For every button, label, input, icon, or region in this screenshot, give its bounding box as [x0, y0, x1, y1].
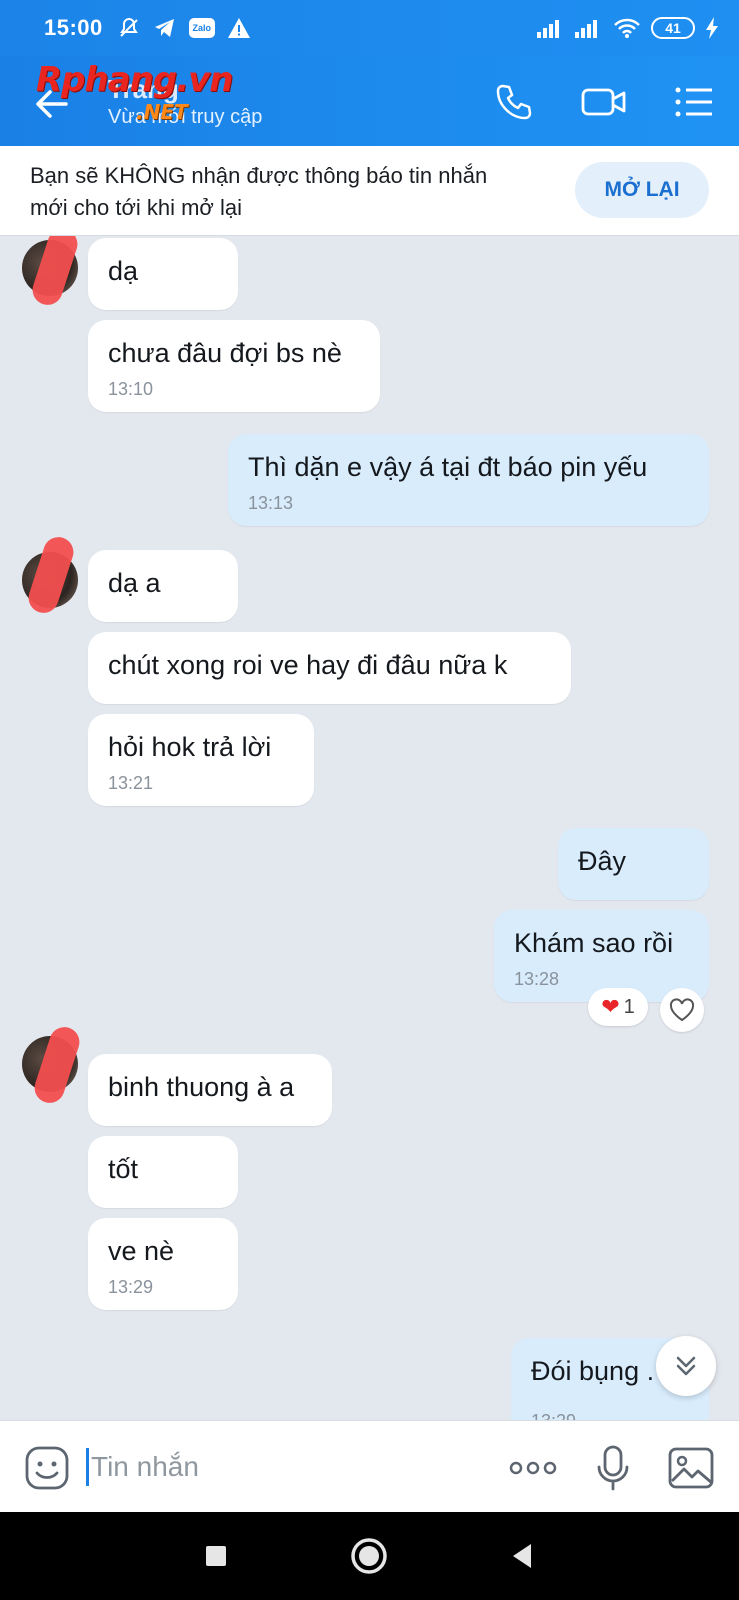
home-circle-icon [351, 1538, 387, 1574]
telegram-icon [154, 19, 174, 37]
message-text: dạ [108, 256, 139, 286]
text-caret [86, 1448, 89, 1486]
message-time: 13:21 [108, 773, 154, 793]
message-bubble[interactable]: hỏi hok trả lời 13:21 [88, 714, 314, 806]
charging-icon [706, 17, 718, 39]
wifi-icon [614, 18, 640, 38]
battery-icon: 41 [651, 17, 695, 39]
message-text: tốt [108, 1154, 139, 1184]
photo-button[interactable] [666, 1443, 716, 1493]
message-text: chưa đâu đợi bs nè [108, 338, 342, 368]
message-text: Khám sao rồi [514, 928, 674, 958]
sticker-button[interactable] [22, 1443, 72, 1493]
message-bubble[interactable]: binh thuong à a [88, 1054, 332, 1126]
recents-button[interactable] [194, 1534, 238, 1578]
chat-header: Trang Vừa mới truy cập Rphang.vn .NET [0, 56, 739, 146]
video-call-icon [581, 88, 626, 116]
voice-call-button[interactable] [490, 78, 538, 126]
double-chevron-down-icon [676, 1356, 696, 1376]
message-text: Thì dặn e vậy á tại đt báo pin yếu [248, 452, 648, 482]
menu-button[interactable] [670, 78, 718, 126]
message-time: 13:29 [531, 1411, 576, 1420]
system-nav-bar [0, 1512, 739, 1600]
reaction-badge[interactable]: ❤ 1 [588, 988, 648, 1026]
message-text: dạ a [108, 568, 161, 598]
watermark-logo-sub: .NET [136, 100, 188, 124]
message-input[interactable]: Tin nhắn [86, 1445, 486, 1489]
message-text: Đây [578, 846, 627, 876]
message-time: 13:28 [514, 969, 560, 989]
emoji-icon [25, 1446, 69, 1490]
more-dots-icon [509, 1461, 557, 1475]
warning-icon [227, 18, 250, 38]
zalo-icon: Zalo [188, 18, 215, 38]
message-input-placeholder: Tin nhắn [91, 1451, 199, 1482]
message-bubble[interactable]: ve nè 13:29 [88, 1218, 238, 1310]
message-time: 13:10 [108, 379, 154, 399]
message-bubble[interactable]: tốt [88, 1136, 238, 1208]
signal-icon [537, 20, 559, 38]
message-bubble[interactable]: dạ [88, 238, 238, 310]
message-text: Đói bụng . [531, 1356, 655, 1386]
image-icon [668, 1447, 714, 1489]
scroll-to-bottom-button[interactable] [656, 1336, 716, 1396]
more-options-button[interactable] [508, 1443, 558, 1493]
voice-message-button[interactable] [588, 1443, 638, 1493]
message-bubble[interactable]: Đây [558, 828, 709, 900]
status-time: 15:00 [44, 15, 103, 40]
message-text: hỏi hok trả lời [108, 732, 272, 762]
phone-icon [496, 84, 532, 120]
message-bubble[interactable]: Thì dặn e vậy á tại đt báo pin yếu 13:13 [228, 434, 709, 526]
menu-icon [675, 87, 712, 117]
message-bubble[interactable]: chưa đâu đợi bs nè 13:10 [88, 320, 380, 412]
message-time: 13:13 [248, 493, 294, 513]
home-button[interactable] [347, 1534, 391, 1578]
message-text: binh thuong à a [108, 1072, 295, 1102]
message-input-bar: Tin nhắn [0, 1420, 739, 1512]
message-time: 13:29 [108, 1277, 154, 1297]
message-text: chút xong roi ve hay đi đâu nữa k [108, 650, 508, 680]
mute-notice-text: Bạn sẽ KHÔNG nhận được thông báo tin nhắ… [30, 163, 488, 220]
watermark-logo: Rphang.vn [36, 60, 233, 100]
square-icon [206, 1546, 226, 1566]
status-bar: 15:00 Zalo 41 [0, 0, 739, 56]
heart-icon: ❤ [601, 994, 620, 1019]
heart-outline-icon [669, 998, 695, 1022]
system-back-button[interactable] [500, 1534, 544, 1578]
chat-area[interactable]: dạ chưa đâu đợi bs nè 13:10 Thì dặn e vậ… [0, 236, 739, 1420]
reopen-notifications-button[interactable]: MỞ LẠI [575, 162, 709, 218]
video-call-button[interactable] [580, 78, 628, 126]
message-bubble[interactable]: chút xong roi ve hay đi đâu nữa k [88, 632, 571, 704]
message-text: ve nè [108, 1236, 175, 1266]
triangle-back-icon [513, 1544, 531, 1568]
mute-notice-banner: Bạn sẽ KHÔNG nhận được thông báo tin nhắ… [0, 146, 739, 236]
signal-icon [575, 20, 597, 38]
microphone-icon [597, 1445, 629, 1491]
react-button[interactable] [660, 988, 704, 1032]
reaction-count: 1 [623, 995, 635, 1018]
message-bubble[interactable]: dạ a [88, 550, 238, 622]
mute-icon [119, 17, 138, 37]
